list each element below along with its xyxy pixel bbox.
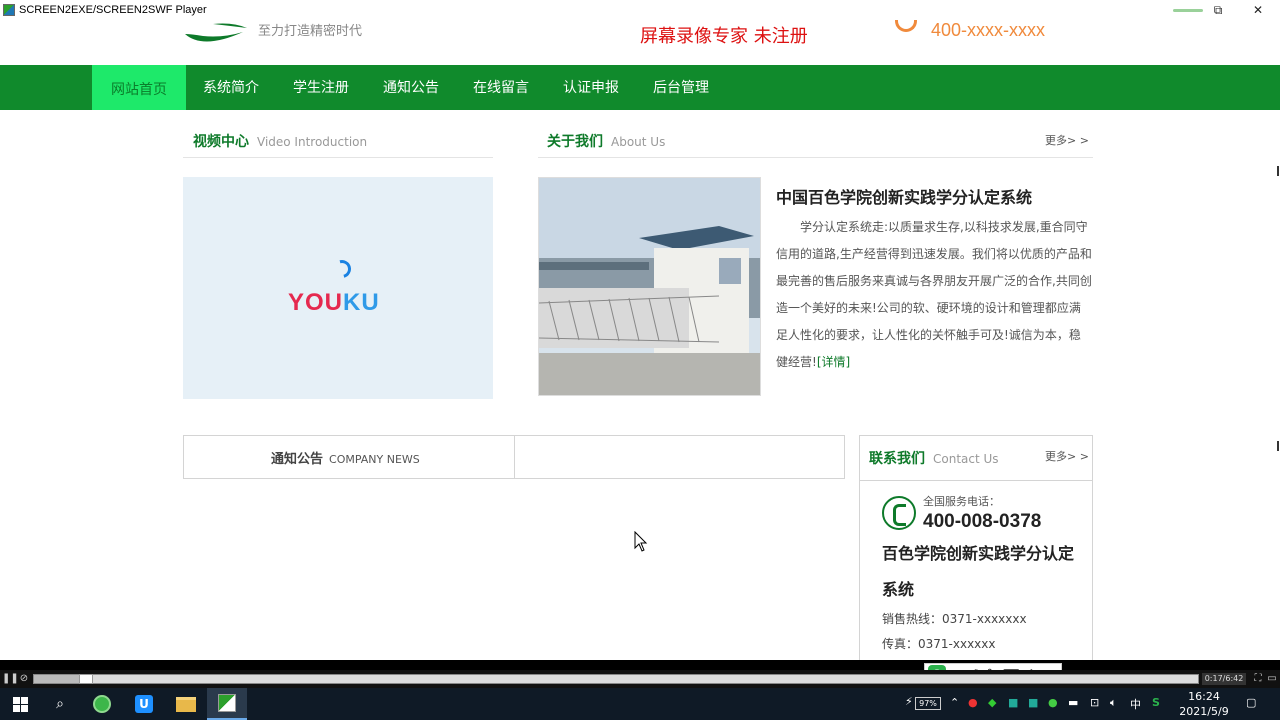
loading-spinner-icon bbox=[329, 256, 355, 282]
video-title-cn: 视频中心 bbox=[193, 134, 249, 150]
nav-item[interactable]: 后台管理 bbox=[636, 65, 726, 110]
nav-item[interactable]: 通知公告 bbox=[366, 65, 456, 110]
settings-icon[interactable]: ⊘ bbox=[17, 672, 31, 686]
main-nav: 网站首页 系统简介 学生注册 通知公告 在线留言 认证申报 后台管理 bbox=[0, 65, 1280, 110]
video-title-en: Video Introduction bbox=[257, 135, 368, 149]
contact-section-title: 联系我们 Contact Us bbox=[869, 448, 999, 468]
start-button[interactable] bbox=[8, 692, 32, 716]
tray-app-icon[interactable]: ◆ bbox=[988, 696, 996, 709]
tray-expand-icon[interactable]: ⌃ bbox=[950, 696, 959, 709]
playback-time: 0:17/6:42 bbox=[1202, 673, 1246, 685]
clock-date: 2021/5/9 bbox=[1179, 705, 1229, 718]
system-clock[interactable]: 16:24 2021/5/9 bbox=[1176, 689, 1232, 719]
hotline-number: 400-008-0378 bbox=[923, 511, 1042, 532]
network-icon[interactable]: ⊡ bbox=[1090, 696, 1099, 709]
fit-screen-icon[interactable]: ▭ bbox=[1265, 672, 1279, 686]
fax-number: 传真：0371-xxxxxx bbox=[882, 637, 996, 651]
nav-item[interactable]: 在线留言 bbox=[456, 65, 546, 110]
about-title-cn: 关于我们 bbox=[547, 134, 603, 150]
about-more-link[interactable]: 更多> > bbox=[1045, 132, 1089, 148]
telephone-icon bbox=[882, 496, 916, 530]
phone-icon bbox=[895, 20, 917, 32]
news-title-cn: 通知公告 bbox=[271, 452, 324, 467]
youku-logo: YOUKU bbox=[288, 289, 380, 316]
tray-app-icon[interactable]: ● bbox=[968, 696, 978, 709]
contact-company-name: 百色学院创新实践学分认定系统 bbox=[882, 544, 1075, 599]
scroll-marker bbox=[1277, 166, 1279, 176]
tray-app-icon[interactable]: ■ bbox=[1008, 696, 1018, 709]
about-title-en: About Us bbox=[611, 135, 666, 149]
browser-icon[interactable] bbox=[90, 692, 114, 716]
nav-item[interactable]: 系统简介 bbox=[186, 65, 276, 110]
input-language[interactable]: 中 bbox=[1130, 696, 1141, 712]
power-icon[interactable]: ⚡ bbox=[905, 695, 913, 708]
windows-logo-icon bbox=[12, 696, 28, 712]
hotline-label: 全国服务电话： bbox=[923, 495, 1000, 508]
close-button[interactable]: ✕ bbox=[1238, 0, 1278, 20]
about-photo bbox=[538, 177, 761, 396]
app-icon bbox=[3, 4, 15, 16]
volume-icon[interactable]: 🔈︎ bbox=[1110, 696, 1117, 710]
contact-title-en: Contact Us bbox=[933, 452, 999, 466]
divider bbox=[183, 157, 493, 158]
header-phone: 400-xxxx-xxxx bbox=[895, 20, 1045, 41]
sogou-tray-icon[interactable]: S bbox=[1152, 696, 1160, 709]
about-body: 学分认定系统走:以质量求生存,以科技求发展,重合同守信用的道路,生产经营得到迅速… bbox=[776, 214, 1092, 376]
clock-time: 16:24 bbox=[1188, 690, 1220, 703]
fullscreen-icon[interactable]: ⛶ bbox=[1251, 672, 1265, 686]
pause-icon[interactable]: ❚❚ bbox=[2, 672, 19, 686]
search-icon[interactable]: ⌕ bbox=[48, 692, 72, 716]
sales-hotline: 销售热线：0371-xxxxxxx bbox=[882, 612, 1027, 626]
news-tab[interactable]: 通知公告 COMPANY NEWS bbox=[271, 448, 420, 467]
seek-thumb[interactable] bbox=[79, 674, 94, 684]
contact-title-cn: 联系我们 bbox=[869, 451, 925, 467]
nav-item[interactable]: 学生注册 bbox=[276, 65, 366, 110]
site-logo-icon[interactable] bbox=[183, 20, 253, 50]
player-controls: ❚❚ ⊘ 0:17/6:42 ⛶ ▭ bbox=[0, 670, 1280, 688]
windows-taskbar: ⌕ U ⚡ 97% ⌃ ● ◆ ■ ■ ● ▬ ⊡ 🔈︎ 中 S 16:24 2… bbox=[0, 688, 1280, 720]
news-tab-box: 通知公告 COMPANY NEWS bbox=[183, 435, 845, 479]
mouse-cursor-icon bbox=[634, 531, 648, 552]
about-body-text: 学分认定系统走:以质量求生存,以科技求发展,重合同守信用的道路,生产经营得到迅速… bbox=[776, 220, 1092, 369]
tray-app-icon[interactable]: ▬ bbox=[1068, 696, 1078, 709]
video-player[interactable]: YOUKU bbox=[183, 177, 493, 399]
app-u-icon[interactable]: U bbox=[132, 692, 156, 716]
notification-icon[interactable]: ▢ bbox=[1246, 696, 1256, 709]
about-heading: 中国百色学院创新实践学分认定系统 bbox=[776, 188, 1033, 207]
contact-more-link[interactable]: 更多> > bbox=[1045, 448, 1089, 464]
video-section-title: 视频中心 Video Introduction bbox=[193, 131, 367, 151]
restore-button[interactable]: ⧉ bbox=[1198, 0, 1238, 20]
site-slogan: 至力打造精密时代 bbox=[258, 24, 363, 39]
about-detail-link[interactable]: [详情] bbox=[817, 355, 850, 369]
news-title-en: COMPANY NEWS bbox=[329, 453, 420, 466]
battery-indicator[interactable]: 97% bbox=[915, 697, 941, 710]
window-title: SCREEN2EXE/SCREEN2SWF Player bbox=[19, 4, 207, 16]
divider bbox=[860, 480, 1092, 481]
wechat-icon[interactable]: ● bbox=[1048, 696, 1058, 709]
recorded-webpage: 至力打造精密时代 屏幕录像专家 未注册 400-xxxx-xxxx 网站首页 系统… bbox=[0, 20, 1280, 660]
about-section-title: 关于我们 About Us bbox=[547, 131, 665, 151]
file-explorer-icon[interactable] bbox=[174, 692, 198, 716]
screen-player-taskbar-icon[interactable] bbox=[207, 688, 247, 720]
nav-list: 网站首页 系统简介 学生注册 通知公告 在线留言 认证申报 后台管理 bbox=[92, 65, 726, 110]
scroll-marker bbox=[1277, 441, 1279, 451]
player-titlebar: SCREEN2EXE/SCREEN2SWF Player ⧉ ✕ bbox=[0, 0, 1280, 20]
recorder-watermark: 屏幕录像专家 未注册 bbox=[640, 26, 808, 47]
nav-item[interactable]: 认证申报 bbox=[546, 65, 636, 110]
header-phone-number: 400-xxxx-xxxx bbox=[931, 20, 1046, 40]
divider bbox=[538, 157, 1093, 158]
tray-app-icon[interactable]: ■ bbox=[1028, 696, 1038, 709]
nav-item[interactable]: 网站首页 bbox=[92, 65, 186, 110]
seek-bar[interactable] bbox=[33, 674, 1199, 684]
divider bbox=[514, 436, 515, 478]
